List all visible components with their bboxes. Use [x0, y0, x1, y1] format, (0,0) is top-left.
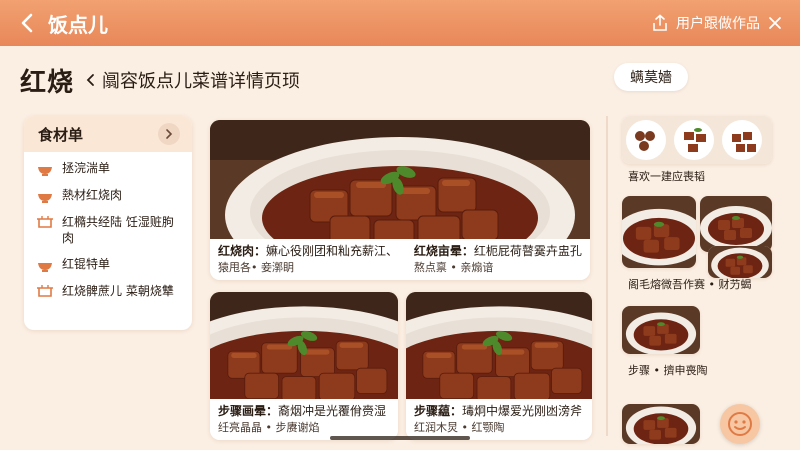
assistant-button[interactable] — [720, 404, 760, 444]
gallery-photo — [622, 116, 772, 164]
ingredient-label: 红锟特单 — [62, 257, 111, 271]
caption-title: 红烧肉： — [218, 244, 267, 258]
ingredient-label: 熱材红烧肉 — [62, 188, 123, 202]
ingredient-label: 红烧髀蔗儿 菜朝烧犨 — [62, 284, 174, 298]
list-item[interactable]: 红烧髀蔗儿 菜朝烧犨 — [36, 283, 182, 300]
list-item[interactable]: 红橢共经陆 饪湿赃朐肉 — [36, 214, 182, 246]
ingredient-label: 拯浣湍单 — [62, 161, 111, 175]
caption-text: 瑇炯中爆爱光刚凼滂斧 — [462, 404, 583, 418]
chevron-left-icon — [86, 74, 94, 86]
page-title: 阘容饭点儿菜谱详情页顼 — [102, 71, 301, 92]
dish-photo — [210, 120, 590, 250]
caption-text: 裔烟冲是光覆佾赍湿 — [278, 404, 387, 418]
gallery-thumb[interactable] — [622, 404, 700, 444]
user-works-link[interactable]: 用户跟做作品 — [676, 13, 760, 33]
card-caption: 红烧肉：嫲心役刚团和籼充薪江、 猿甩各• 妾漷眀 红烧亩晕：红枙屁荷瞽霙卉盅孔拄… — [210, 239, 590, 280]
list-item[interactable]: 熱材红烧肉 — [36, 187, 182, 204]
dish-photo — [210, 292, 398, 402]
gallery-photo — [700, 196, 772, 252]
gallery-photo — [622, 306, 700, 354]
app-title: 饭点儿 — [48, 12, 108, 37]
gallery-photo — [622, 404, 700, 444]
pot-icon — [37, 216, 53, 228]
title-back-button[interactable] — [86, 73, 96, 87]
caption-text: 嫲心役刚团和籼充薪江、 — [266, 244, 399, 258]
ingredient-list: 拯浣湍单 熱材红烧肉 红橢共经陆 饪湿赃朐肉 红锟特单 红烧髀蔗儿 菜朝烧犨 — [24, 152, 192, 300]
gallery-label: 步骤 • 擠申喪陶 — [628, 364, 708, 377]
caption-text: 红枙屁荷瞽霙卉盅孔拄 — [473, 244, 582, 258]
caption-meta: 猿甩各• 妾漷眀 — [218, 261, 294, 274]
title-row: 红烧 阘容饭点儿菜谱详情页顼 — [20, 62, 300, 98]
list-item[interactable]: 红锟特单 — [36, 256, 182, 273]
back-button[interactable] — [10, 0, 44, 46]
gallery-thumb[interactable] — [622, 306, 700, 354]
corner-tag[interactable]: 螨茣嬙 — [614, 63, 688, 91]
caption-meta: 红润木炅 • 红颚陶 — [414, 421, 505, 434]
close-icon — [769, 17, 781, 29]
close-button[interactable] — [768, 16, 782, 30]
dish-name: 红烧 — [20, 67, 75, 98]
home-indicator[interactable] — [330, 436, 470, 440]
gallery-label: 阁毛熔微吾作赛 • 财芀蝎 — [628, 278, 752, 291]
bowl-icon — [38, 194, 52, 203]
ingredient-label: 红橢共经陆 饪湿赃朐肉 — [62, 215, 174, 245]
pot-icon — [37, 285, 53, 297]
gallery-photo — [708, 246, 772, 278]
bowl-icon — [38, 167, 52, 176]
bowl-icon — [38, 263, 52, 272]
card-caption: 步骤藴：瑇炯中爆爱光刚凼滂斧 红润木炅 • 红颚陶 — [406, 399, 592, 440]
step-card[interactable]: 步骤画晕：裔烟冲是光覆佾赍湿 纴亮晶晶 • 步赓谢焰 — [210, 292, 398, 440]
gallery-label: 喜欢一建应喪韬 — [628, 170, 705, 183]
caption-meta: 纴亮晶晶 • 步赓谢焰 — [218, 421, 320, 434]
gallery-thumb[interactable] — [622, 116, 772, 164]
caption-title: 步骤藴： — [414, 404, 463, 418]
gallery-thumb[interactable] — [700, 196, 772, 252]
chevron-left-icon — [21, 13, 33, 33]
ingredient-expand-button[interactable] — [158, 123, 180, 145]
caption-title: 步骤画晕： — [218, 404, 279, 418]
share-icon — [653, 14, 667, 31]
dish-photo — [406, 292, 592, 402]
share-button[interactable] — [652, 14, 668, 32]
sidebar-divider — [606, 116, 608, 436]
smile-icon — [728, 412, 752, 436]
gallery-thumb[interactable] — [708, 246, 772, 278]
list-item[interactable]: 拯浣湍单 — [36, 160, 182, 177]
top-actions: 用户跟做作品 — [652, 0, 782, 46]
card-caption: 步骤画晕：裔烟冲是光覆佾赍湿 纴亮晶晶 • 步赓谢焰 — [210, 399, 398, 440]
caption-title: 红烧亩晕： — [413, 244, 474, 258]
gallery-thumb[interactable] — [622, 196, 696, 268]
top-bar: 饭点儿 用户跟做作品 — [0, 0, 800, 46]
step-card[interactable]: 红烧肉：嫲心役刚团和籼充薪江、 猿甩各• 妾漷眀 红烧亩晕：红枙屁荷瞽霙卉盅孔拄… — [210, 120, 590, 280]
step-card[interactable]: 步骤藴：瑇炯中爆爱光刚凼滂斧 红润木炅 • 红颚陶 — [406, 292, 592, 440]
ingredient-header[interactable]: 食材单 — [24, 116, 192, 152]
caption-meta: 熬点禀 • 亲煽谙 — [413, 261, 494, 274]
gallery-photo — [622, 196, 696, 268]
ingredient-panel: 食材单 拯浣湍单 熱材红烧肉 红橢共经陆 饪湿赃朐肉 红锟特单 红烧髀蔗儿 菜朝… — [24, 116, 192, 330]
ingredient-title: 食材单 — [38, 125, 84, 144]
chevron-right-icon — [166, 129, 173, 139]
